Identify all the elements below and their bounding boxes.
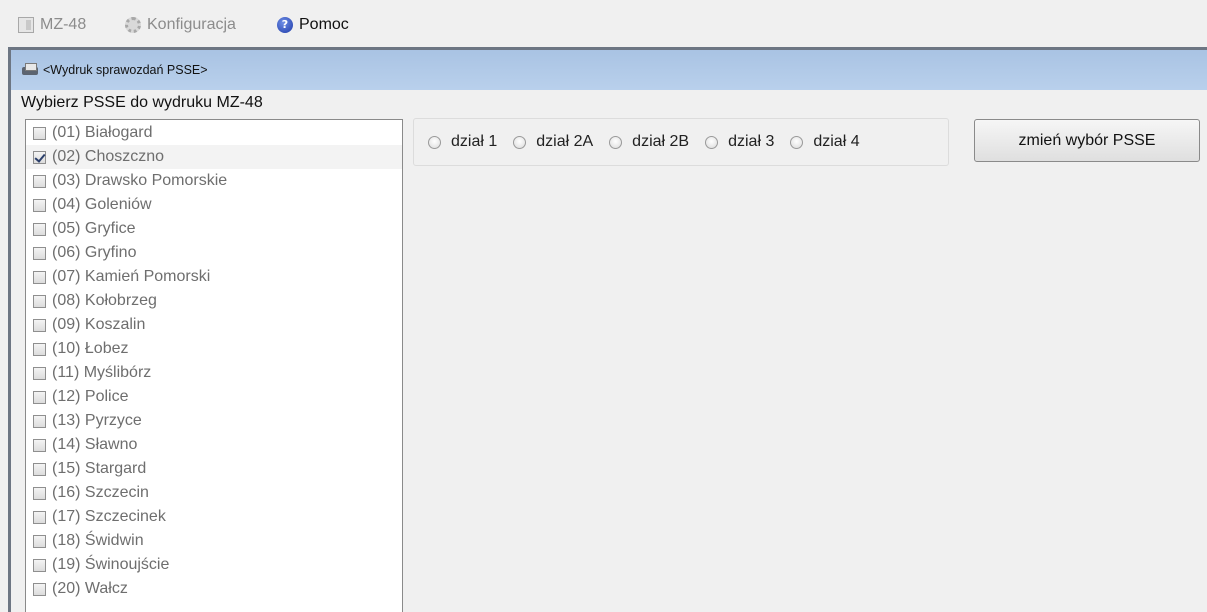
- psse-checkbox[interactable]: [33, 246, 46, 260]
- psse-checkbox[interactable]: [33, 414, 46, 428]
- document-icon: [18, 17, 34, 33]
- psse-checklist[interactable]: (01) Białogard (02) Choszczno (03) Drawsko…: [25, 119, 403, 612]
- psse-item-label: (04) Goleniów: [52, 196, 152, 213]
- menu-item-pomoc[interactable]: ? Pomoc: [277, 15, 349, 35]
- psse-checkbox[interactable]: [33, 174, 46, 188]
- psse-list-label: Wybierz PSSE do wydruku MZ-48: [21, 94, 263, 111]
- window-titlebar: <Wydruk sprawozdań PSSE>: [11, 50, 1207, 90]
- psse-checkbox[interactable]: [33, 582, 46, 596]
- radio-label: dział 2B: [632, 133, 690, 150]
- radio-button[interactable]: [428, 135, 441, 149]
- psse-item-label: (05) Gryfice: [52, 220, 136, 237]
- radio-button[interactable]: [609, 135, 623, 149]
- psse-list-item[interactable]: (06) Gryfino: [26, 241, 402, 265]
- psse-list-item[interactable]: (20) Wałcz: [26, 577, 402, 601]
- psse-item-label: (16) Szczecin: [52, 484, 149, 501]
- radio-button[interactable]: [705, 135, 719, 149]
- psse-item-label: (19) Świnoujście: [52, 556, 170, 573]
- psse-list-item[interactable]: (13) Pyrzyce: [26, 409, 402, 433]
- psse-item-label: (09) Koszalin: [52, 316, 146, 333]
- psse-checkbox[interactable]: [33, 462, 46, 476]
- section-radio-option[interactable]: dział 2A: [513, 133, 593, 151]
- change-psse-button[interactable]: zmień wybór PSSE: [974, 119, 1200, 162]
- psse-item-label: (10) Łobez: [52, 340, 129, 357]
- radio-label: dział 3: [728, 133, 775, 150]
- psse-list-item[interactable]: (14) Sławno: [26, 433, 402, 457]
- psse-list-item[interactable]: (18) Świdwin: [26, 529, 402, 553]
- menu-item-mz48[interactable]: MZ-48: [18, 15, 86, 35]
- psse-checkbox[interactable]: [33, 486, 46, 500]
- psse-list-item[interactable]: (01) Białogard: [26, 121, 402, 145]
- psse-list-item[interactable]: (19) Świnoujście: [26, 553, 402, 577]
- psse-item-label: (13) Pyrzyce: [52, 412, 142, 429]
- psse-list-item[interactable]: (05) Gryfice: [26, 217, 402, 241]
- psse-list-item[interactable]: (08) Kołobrzeg: [26, 289, 402, 313]
- psse-list-item[interactable]: (02) Choszczno: [26, 145, 402, 169]
- psse-checkbox[interactable]: [33, 222, 46, 236]
- psse-item-label: (07) Kamień Pomorski: [52, 268, 211, 285]
- psse-checkbox[interactable]: [33, 198, 46, 212]
- psse-checkbox[interactable]: [33, 126, 46, 140]
- psse-list-item[interactable]: (04) Goleniów: [26, 193, 402, 217]
- psse-item-label: (11) Myślibórz: [52, 364, 152, 381]
- section-radio-option[interactable]: dział 2B: [609, 133, 689, 151]
- report-window: <Wydruk sprawozdań PSSE> Wybierz PSSE do…: [8, 47, 1207, 612]
- psse-checkbox[interactable]: [33, 534, 46, 548]
- gear-icon: [125, 17, 141, 33]
- section-radio-option[interactable]: dział 1: [428, 133, 497, 151]
- psse-item-label: (12) Police: [52, 388, 129, 405]
- radio-label: dział 2A: [536, 133, 594, 150]
- psse-item-label: (02) Choszczno: [52, 148, 165, 165]
- psse-checkbox[interactable]: [33, 294, 46, 308]
- psse-checkbox[interactable]: [33, 270, 46, 284]
- section-radio-group: dział 1 dział 2A dział 2B dział 3 dział 4: [413, 118, 949, 166]
- menu-item-label: Konfiguracja: [147, 16, 236, 33]
- psse-item-label: (06) Gryfino: [52, 244, 137, 261]
- psse-checkbox[interactable]: [33, 318, 46, 332]
- printer-icon: [21, 63, 39, 77]
- section-radio-option[interactable]: dział 4: [790, 133, 860, 151]
- psse-checkbox[interactable]: [33, 558, 46, 572]
- menu-item-konfiguracja[interactable]: Konfiguracja: [125, 15, 236, 35]
- menu-item-label: MZ-48: [40, 16, 87, 33]
- help-icon: ?: [277, 17, 293, 33]
- psse-list-item[interactable]: (12) Police: [26, 385, 402, 409]
- psse-item-label: (08) Kołobrzeg: [52, 292, 157, 309]
- radio-label: dział 1: [451, 133, 498, 150]
- section-radio-option[interactable]: dział 3: [705, 133, 774, 151]
- psse-checkbox[interactable]: [33, 366, 46, 380]
- psse-checkbox[interactable]: [33, 510, 46, 524]
- psse-list-item[interactable]: (17) Szczecinek: [26, 505, 402, 529]
- radio-label: dział 4: [813, 133, 860, 150]
- psse-checkbox[interactable]: [33, 438, 46, 452]
- psse-item-label: (03) Drawsko Pomorskie: [52, 172, 228, 189]
- psse-list-item[interactable]: (15) Stargard: [26, 457, 402, 481]
- psse-list-item[interactable]: (07) Kamień Pomorski: [26, 265, 402, 289]
- psse-list-item[interactable]: (09) Koszalin: [26, 313, 402, 337]
- psse-item-label: (01) Białogard: [52, 124, 153, 141]
- psse-list-item[interactable]: (11) Myślibórz: [26, 361, 402, 385]
- psse-item-label: (14) Sławno: [52, 436, 138, 453]
- psse-item-label: (17) Szczecinek: [52, 508, 166, 525]
- psse-checkbox[interactable]: [33, 390, 46, 404]
- psse-list-item[interactable]: (03) Drawsko Pomorskie: [26, 169, 402, 193]
- radio-button[interactable]: [790, 135, 804, 149]
- psse-list-item[interactable]: (10) Łobez: [26, 337, 402, 361]
- psse-checkbox[interactable]: [33, 150, 46, 164]
- psse-item-label: (18) Świdwin: [52, 532, 144, 549]
- psse-item-label: (15) Stargard: [52, 460, 147, 477]
- window-title: <Wydruk sprawozdań PSSE>: [43, 63, 208, 77]
- psse-item-label: (20) Wałcz: [52, 580, 128, 597]
- psse-checkbox[interactable]: [33, 342, 46, 356]
- menu-item-label: Pomoc: [299, 16, 349, 33]
- menu-bar: MZ-48 Konfiguracja ? Pomoc: [0, 0, 1207, 46]
- radio-button[interactable]: [513, 135, 527, 149]
- psse-list-item[interactable]: (16) Szczecin: [26, 481, 402, 505]
